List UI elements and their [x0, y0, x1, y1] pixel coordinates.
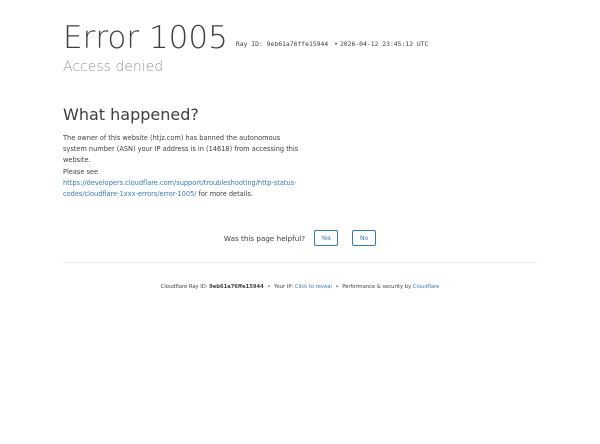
explanation-text: The owner of this website (htjz.com) has…	[63, 133, 303, 200]
feedback-no-button[interactable]: No	[352, 230, 377, 246]
footer-separator: •	[267, 284, 271, 290]
feedback-question: Was this page helpful?	[223, 233, 306, 243]
doc-link-paragraph: https://developers.cloudflare.com/suppor…	[63, 178, 303, 200]
divider	[63, 262, 537, 263]
footer-ray-id: 9eb61a76ffe15944	[209, 284, 264, 290]
error-header: Error 1005 Ray ID: 9eb61a76ffe15944 • 202…	[63, 20, 428, 56]
feedback-yes-button[interactable]: Yes	[314, 230, 339, 246]
feedback-bar: Was this page helpful? Yes No	[63, 230, 537, 246]
section-title: What happened?	[63, 105, 199, 124]
footer: Cloudflare Ray ID: 9eb61a76ffe15944 • Yo…	[63, 284, 537, 290]
ray-bullet: •	[334, 40, 338, 48]
footer-ray-prefix: Cloudflare Ray ID:	[160, 284, 210, 290]
error-subtitle: Access denied	[63, 59, 164, 75]
reveal-ip-link[interactable]: Click to reveal	[295, 284, 332, 290]
ray-meta: Ray ID: 9eb61a76ffe15944 • 2026-04-12 23:…	[236, 40, 429, 48]
footer-perf-text: Performance & security by	[342, 284, 413, 290]
more-details-text: for more details.	[196, 190, 253, 199]
error-timestamp: 2026-04-12 23:45:12 UTC	[339, 40, 429, 48]
please-see-text: Please see	[63, 167, 99, 176]
ray-id: 9eb61a76ffe15944	[266, 40, 329, 48]
footer-ip-prefix: Your IP:	[274, 284, 295, 290]
ray-label: Ray ID:	[235, 40, 263, 48]
error-title: Error 1005	[63, 20, 228, 56]
cloudflare-link[interactable]: Cloudflare	[413, 284, 439, 290]
explanation-line: The owner of this website (htjz.com) has…	[63, 134, 299, 165]
documentation-link[interactable]: https://developers.cloudflare.com/suppor…	[63, 179, 296, 198]
footer-separator: •	[335, 284, 339, 290]
